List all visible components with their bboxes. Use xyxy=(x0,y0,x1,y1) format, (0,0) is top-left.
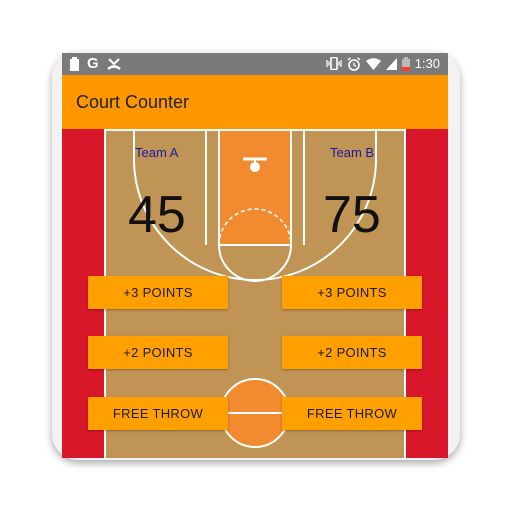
alarm-icon xyxy=(347,56,361,71)
app-title: Court Counter xyxy=(76,92,190,112)
app-bar: Court Counter xyxy=(62,75,448,129)
google-icon: G xyxy=(87,55,99,72)
team-b-score: 75 xyxy=(323,186,381,244)
team-b-free-throw-button[interactable]: FREE THROW xyxy=(282,397,422,430)
status-right: 1:30 xyxy=(326,56,440,71)
team-a-label: Team A xyxy=(135,145,179,160)
team-a-plus-three-button[interactable]: +3 POINTS xyxy=(88,276,228,309)
battery-low-icon xyxy=(401,56,410,71)
team-b-plus-two-button[interactable]: +2 POINTS xyxy=(282,336,422,369)
signal-icon xyxy=(385,57,397,70)
team-b-label: Team B xyxy=(330,145,375,160)
phone-screen: G 1:30 Court Counter Team A Team B 45 75… xyxy=(62,53,448,458)
status-bar: G 1:30 xyxy=(62,53,448,75)
team-b-plus-three-button[interactable]: +3 POINTS xyxy=(282,276,422,309)
wifi-icon xyxy=(365,57,381,70)
missed-call-icon xyxy=(106,57,121,70)
team-a-plus-two-button[interactable]: +2 POINTS xyxy=(88,336,228,369)
vibrate-icon xyxy=(326,57,342,70)
team-a-free-throw-button[interactable]: FREE THROW xyxy=(88,397,228,430)
battery-icon xyxy=(70,56,79,71)
status-left: G xyxy=(70,55,121,72)
team-a-score: 45 xyxy=(128,186,186,244)
status-time: 1:30 xyxy=(414,56,440,71)
